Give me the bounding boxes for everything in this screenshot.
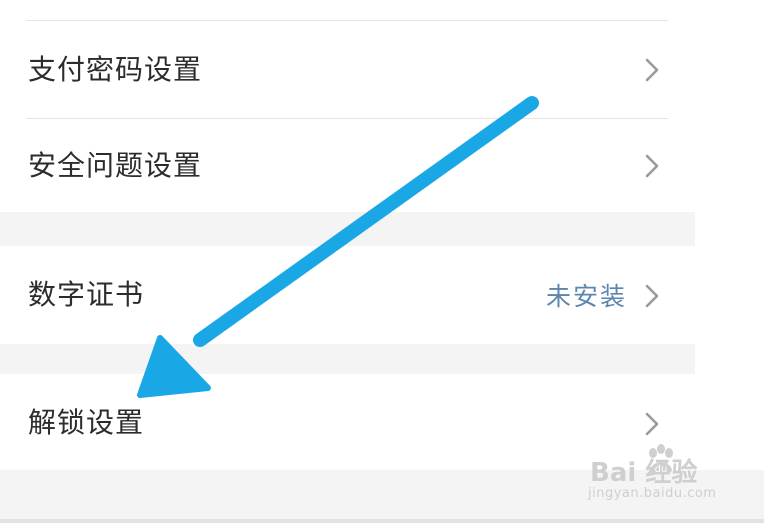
baidu-jingyan-watermark: Bai 经验 du jingyan.baidu.com	[586, 440, 746, 510]
watermark-url: jingyan.baidu.com	[588, 486, 717, 501]
row-label: 解锁设置	[28, 406, 145, 439]
divider	[0, 519, 764, 523]
row-label: 支付密码设置	[28, 53, 203, 86]
row-label: 安全问题设置	[28, 149, 203, 182]
settings-screen: 支付密码设置 安全问题设置 数字证书 未安装 解锁设置 Bai 经验 du ji…	[0, 0, 764, 523]
digital-certificate-row[interactable]: 数字证书 未安装	[0, 246, 695, 344]
chevron-right-icon	[645, 284, 659, 308]
chevron-right-icon	[645, 412, 659, 436]
svg-text:du: du	[655, 464, 668, 475]
security-question-settings-row[interactable]: 安全问题设置	[0, 119, 695, 212]
divider	[26, 20, 668, 21]
row-label: 数字证书	[28, 278, 145, 311]
paw-icon: du	[649, 444, 673, 475]
section-gap	[0, 212, 695, 246]
chevron-right-icon	[645, 154, 659, 178]
payment-password-settings-row[interactable]: 支付密码设置	[0, 22, 695, 118]
section-gap	[0, 344, 695, 374]
certificate-status-value: 未安装	[545, 282, 627, 311]
chevron-right-icon	[645, 58, 659, 82]
